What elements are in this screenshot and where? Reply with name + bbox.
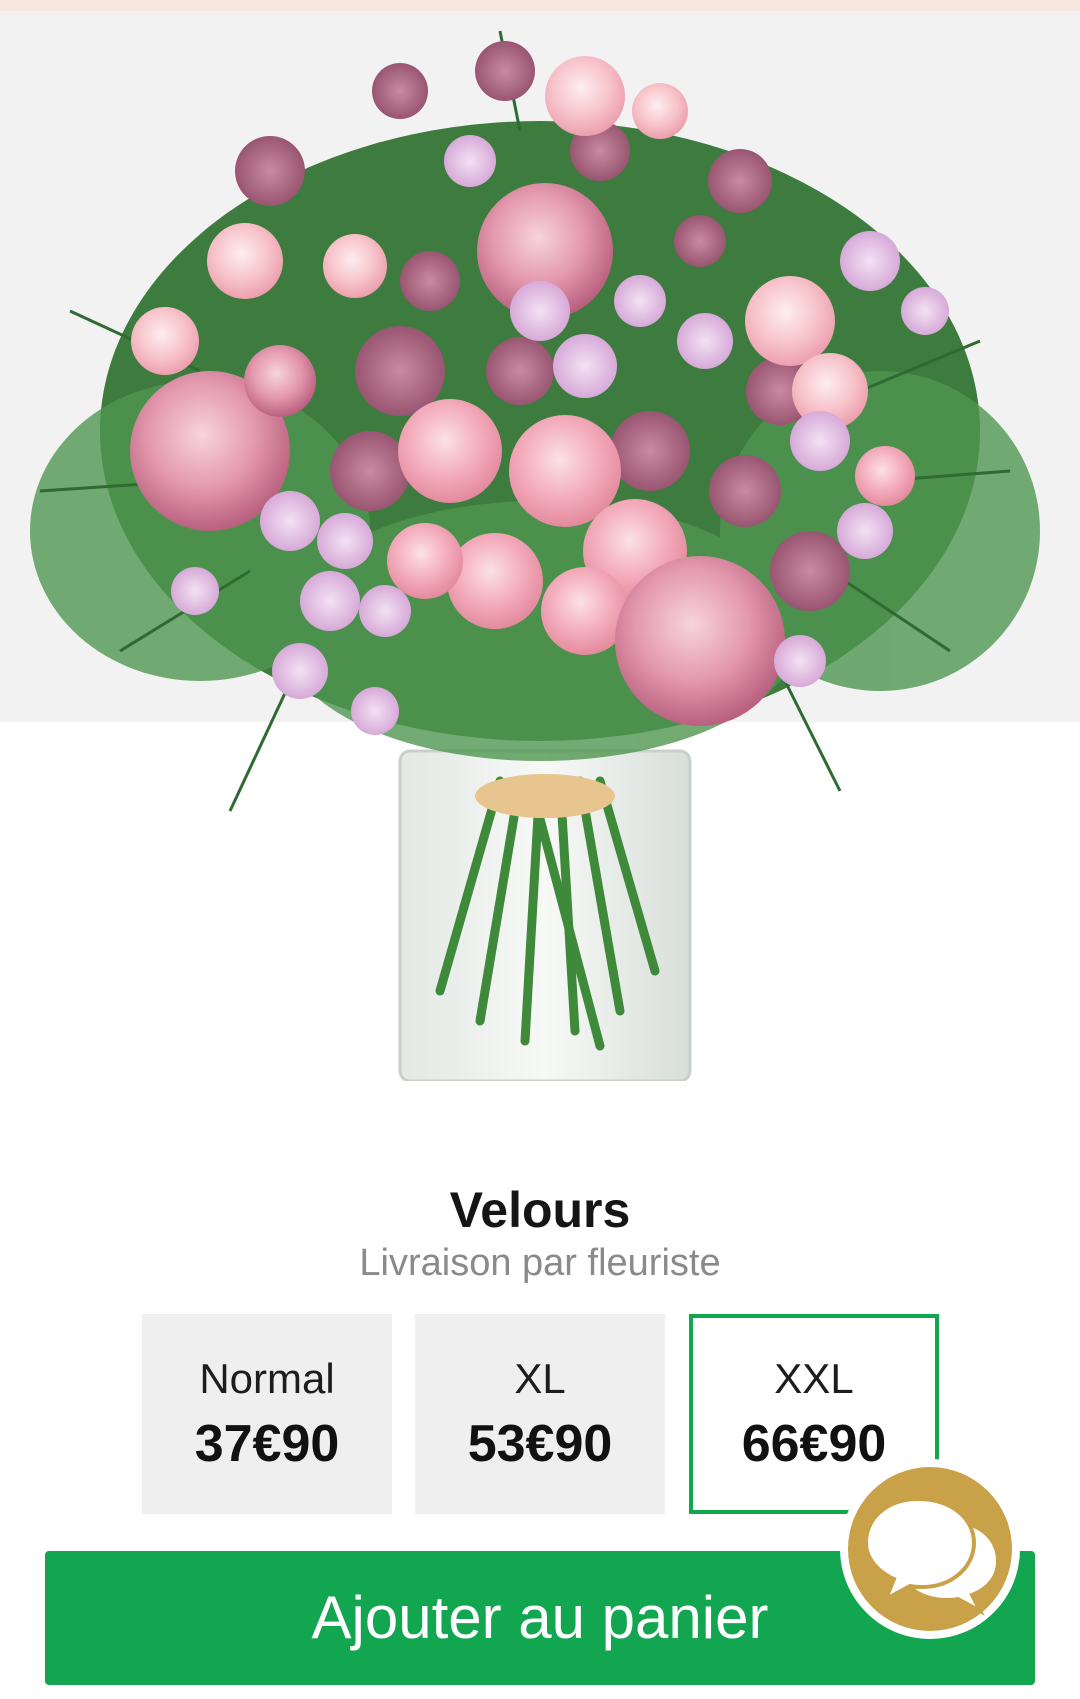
size-option-normal[interactable]: Normal 37€90: [142, 1314, 392, 1514]
size-label: Normal: [199, 1355, 335, 1402]
chat-button[interactable]: [840, 1459, 1020, 1639]
chat-bubbles-icon: [863, 1496, 1001, 1616]
product-title: Velours: [449, 1182, 631, 1238]
size-label: XXL: [774, 1355, 854, 1402]
product-image[interactable]: [0, 11, 1080, 1081]
size-label: XL: [514, 1355, 566, 1402]
delivery-info: Livraison par fleuriste: [359, 1242, 721, 1284]
product-page: Velours Livraison par fleuriste Normal 3…: [0, 0, 1080, 1699]
size-price: 53€90: [467, 1415, 613, 1473]
size-option-xl[interactable]: XL 53€90: [415, 1314, 665, 1514]
size-price: 37€90: [194, 1415, 340, 1473]
top-strip: [0, 0, 1080, 11]
